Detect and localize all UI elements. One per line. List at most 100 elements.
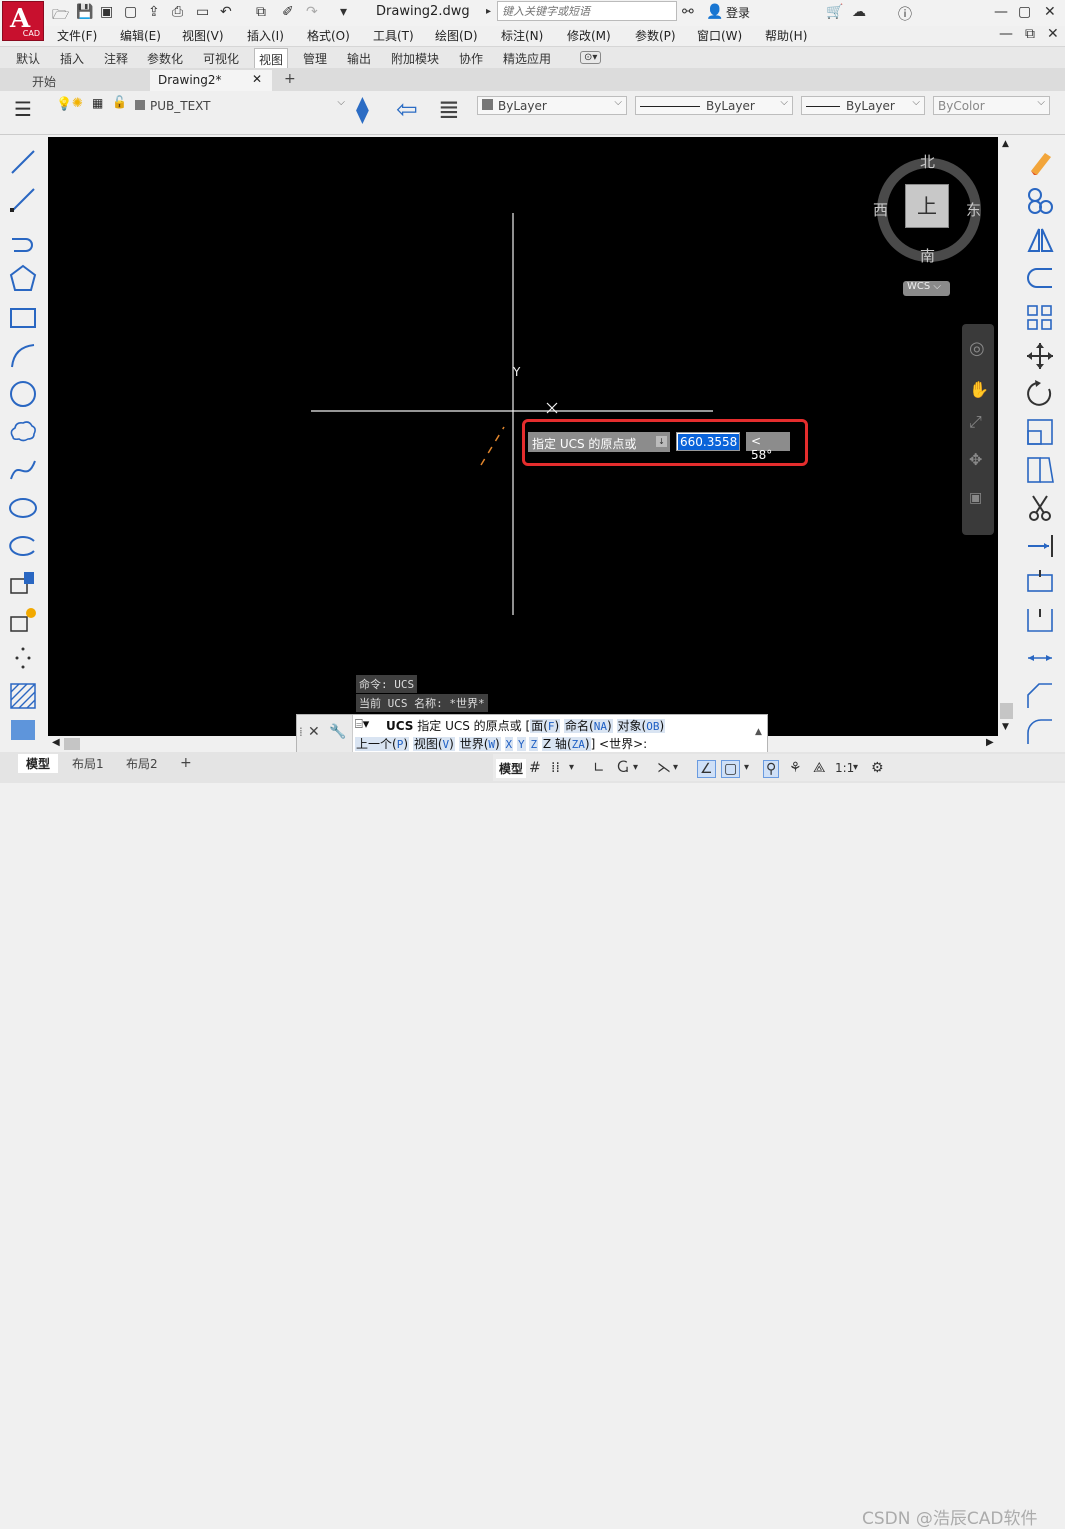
rotate-tool-icon[interactable] (1023, 379, 1057, 409)
array-tool-icon[interactable] (1023, 303, 1057, 333)
isodraft-icon[interactable]: ⋋ (657, 760, 671, 776)
showmotion-icon[interactable]: ▣ (969, 490, 982, 506)
scroll-right-icon[interactable]: ▶ (986, 737, 994, 748)
erase-tool-icon[interactable] (1023, 147, 1057, 177)
menu-help[interactable]: 帮助(H) (765, 27, 807, 44)
hatch-tool-icon[interactable] (6, 681, 40, 711)
rectangle-tool-icon[interactable] (6, 303, 40, 333)
tab-manage[interactable]: 管理 (299, 50, 331, 67)
menu-modify[interactable]: 修改(M) (567, 27, 611, 44)
fillet-tool-icon[interactable] (1023, 717, 1057, 747)
scroll-up-icon[interactable]: ▲ (1002, 139, 1009, 149)
tab-layout2[interactable]: 布局2 (118, 754, 166, 773)
point-tool-icon[interactable] (6, 643, 40, 673)
scale-tool-icon[interactable] (1023, 417, 1057, 447)
scale-menu-icon[interactable]: ▾ (853, 762, 858, 773)
tab-view[interactable]: 视图 (254, 48, 289, 69)
copy-tool-icon[interactable] (1023, 185, 1057, 215)
zoom-extents-icon[interactable]: ⤢ (969, 412, 982, 432)
polar-icon[interactable]: Ⴚ (617, 760, 628, 776)
command-history-toggle-icon[interactable]: ▲ (755, 727, 762, 737)
save-icon[interactable]: 💾 (76, 4, 93, 20)
option-named[interactable]: 命名(NA) (564, 719, 613, 733)
undo-icon[interactable]: ↶ (220, 4, 232, 20)
menu-tools[interactable]: 工具(T) (373, 27, 414, 44)
mirror-tool-icon[interactable] (1023, 225, 1057, 255)
redo-icon[interactable]: ↷ (306, 4, 318, 20)
customize-icon[interactable]: ▾ (340, 4, 347, 20)
ribbon-toggle-icon[interactable]: ⊙▾ (580, 51, 602, 64)
ellipse-arc-tool-icon[interactable] (6, 531, 40, 561)
expand-icon[interactable]: ▸ (486, 6, 491, 17)
isodraft-menu-icon[interactable]: ▾ (673, 762, 678, 773)
scroll-left-icon[interactable]: ◀ (52, 737, 60, 748)
print-icon[interactable]: ⎙ (172, 4, 183, 20)
horizontal-scroll-thumb[interactable] (64, 738, 80, 750)
login-link[interactable]: 登录 (726, 4, 750, 21)
circle-tool-icon[interactable] (6, 379, 40, 409)
match-icon[interactable]: ⧉ (256, 4, 266, 20)
menu-window[interactable]: 窗口(W) (697, 27, 742, 44)
viewcube-east[interactable]: 东 (966, 199, 981, 220)
offset-tool-icon[interactable] (1023, 263, 1057, 293)
annotation-visibility-icon[interactable]: ⚲ (763, 760, 780, 778)
doc-minimize-icon[interactable]: — (999, 26, 1013, 42)
open-icon[interactable]: 🗁 (52, 4, 69, 28)
chamfer-tool-icon[interactable] (1023, 681, 1057, 711)
layer-match-icon[interactable]: ≣ (438, 95, 460, 125)
menu-view[interactable]: 视图(V) (182, 27, 224, 44)
viewcube-north[interactable]: 北 (920, 151, 935, 172)
tab-addins[interactable]: 附加模块 (387, 50, 443, 67)
viewcube-south[interactable]: 南 (920, 245, 935, 266)
cloud-icon[interactable]: ☁ (852, 4, 866, 20)
user-icon[interactable]: 👤 (706, 4, 723, 20)
viewcube-top-face[interactable]: 上 (905, 184, 949, 228)
spline-tool-icon[interactable] (6, 455, 40, 485)
tab-default[interactable]: 默认 (12, 50, 44, 67)
option-view[interactable]: 视图(V) (412, 737, 455, 751)
object-snap-icon[interactable]: ▢ (721, 760, 741, 778)
linetype-dropdown[interactable]: ByLayer (635, 96, 793, 115)
ortho-icon[interactable]: ∟ (593, 760, 605, 776)
gradient-tool-icon[interactable] (6, 717, 40, 747)
grip-icon[interactable]: ⁞ (299, 725, 303, 739)
extend-tool-icon[interactable] (1023, 531, 1057, 561)
layer-dropdown[interactable]: PUB_TEXT (130, 96, 350, 115)
option-y[interactable]: Y (516, 737, 526, 751)
new-icon[interactable]: ▢ (124, 4, 137, 20)
plotstyle-dropdown[interactable]: ByColor (933, 96, 1050, 115)
steering-wheel-icon[interactable]: ◎ (969, 338, 985, 359)
brush-icon[interactable]: ✐ (282, 4, 294, 20)
workspace-icon[interactable]: ⚙ (871, 760, 884, 776)
option-zaxis[interactable]: Z 轴(ZA) (541, 737, 591, 751)
tab-close-icon[interactable]: ✕ (252, 72, 262, 86)
line-tool-icon[interactable] (6, 147, 40, 177)
command-line[interactable]: ⁞ ✕ 🔧 ⌸▾ UCS 指定 UCS 的原点或 [面(F) 命名(NA) 对象… (296, 714, 768, 753)
make-current-icon[interactable]: ⧫ (356, 95, 369, 125)
new-tab-button[interactable]: + (278, 70, 302, 91)
option-x[interactable]: X (504, 737, 514, 751)
wcs-menu[interactable]: WCS ⌵ (903, 281, 950, 296)
make-block-tool-icon[interactable] (6, 605, 40, 635)
snap-icon[interactable]: ⁞⁞ (551, 760, 560, 776)
polar-menu-icon[interactable]: ▾ (633, 762, 638, 773)
model-space-button[interactable]: 模型 (496, 759, 527, 778)
close-icon[interactable]: ✕ (1044, 4, 1056, 20)
scale-value[interactable]: 1:1 (835, 761, 854, 775)
orbit-icon[interactable]: ✥ (969, 450, 982, 469)
snap-menu-icon[interactable]: ▾ (569, 762, 574, 773)
option-z[interactable]: Z (529, 737, 539, 751)
color-dropdown[interactable]: ByLayer (477, 96, 627, 115)
menu-edit[interactable]: 编辑(E) (120, 27, 161, 44)
upload-icon[interactable]: ⇪ (148, 4, 160, 20)
freeze-icon[interactable]: ▦ (92, 96, 103, 110)
lock-icon[interactable]: 🔓 (112, 95, 127, 109)
option-face[interactable]: 面(F) (530, 719, 561, 733)
option-world[interactable]: 世界(W) (458, 737, 501, 751)
page-icon[interactable]: ▭ (196, 4, 209, 20)
trim-tool-icon[interactable] (1023, 493, 1057, 523)
sun-icon[interactable]: ✺ (72, 96, 83, 111)
minimize-icon[interactable]: — (994, 4, 1008, 20)
layer-properties-icon[interactable]: ☰ (14, 97, 32, 121)
object-snap-menu-icon[interactable]: ▾ (744, 762, 749, 773)
